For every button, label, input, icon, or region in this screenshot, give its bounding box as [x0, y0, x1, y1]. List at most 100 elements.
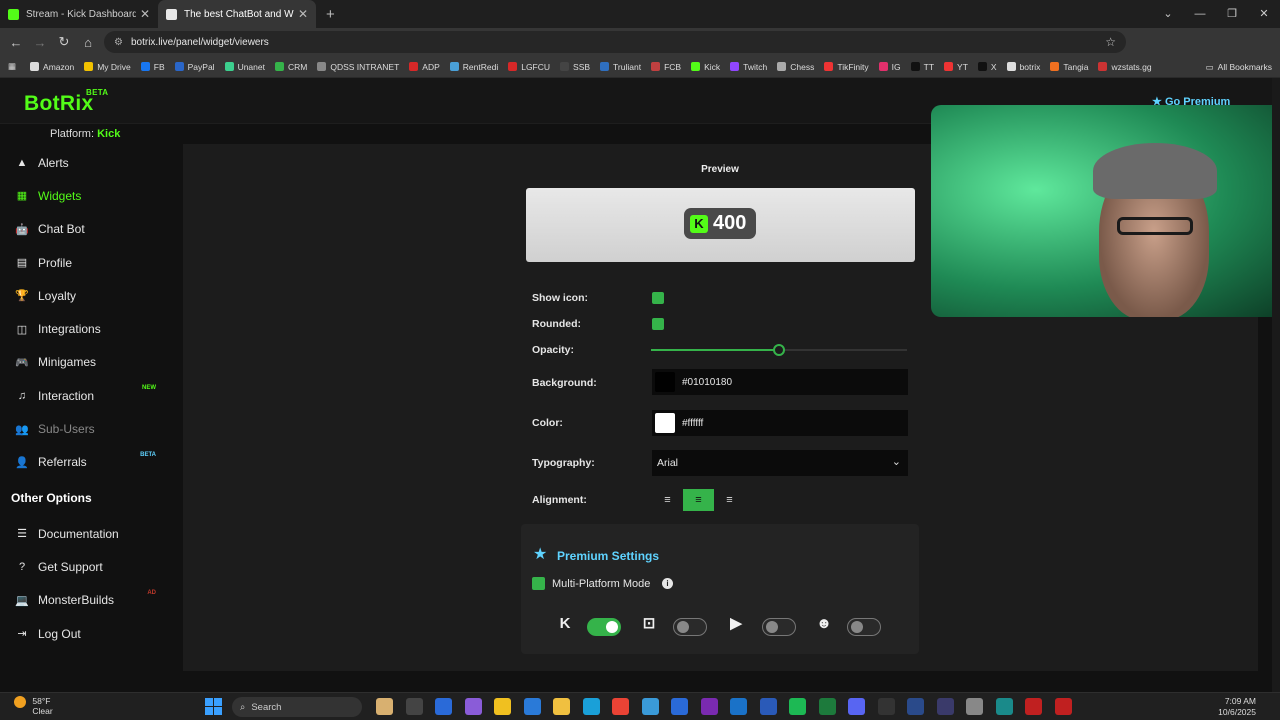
text-color-swatch[interactable] [655, 413, 675, 433]
kick-toggle[interactable] [587, 618, 621, 636]
bookmark-item[interactable]: ADP [409, 62, 440, 72]
info-icon[interactable]: i [662, 578, 673, 589]
taskbar-app-icon[interactable] [523, 698, 541, 715]
taskbar-app-icon[interactable] [818, 698, 836, 715]
taskbar-app-icon[interactable] [789, 698, 806, 715]
url-bar[interactable]: ⚙ botrix.live/panel/widget/viewers ☆ [104, 31, 1126, 53]
page-scrollbar[interactable] [1272, 78, 1280, 692]
bookmark-item[interactable]: RentRedi [449, 62, 498, 72]
trovo-toggle[interactable] [847, 618, 881, 636]
taskbar-app-icon[interactable] [435, 698, 452, 715]
sidebar-item-loyalty[interactable]: 🏆 Loyalty [0, 279, 166, 312]
sidebar-item-chat-bot[interactable]: 🤖 Chat Bot [0, 213, 166, 246]
taskbar-app-icon[interactable] [1054, 698, 1072, 715]
sidebar-item-get-support[interactable]: ? Get Support [0, 550, 166, 583]
taskbar-app-icon[interactable] [966, 698, 983, 715]
apps-icon[interactable]: ▦ [8, 61, 16, 72]
sidebar-item-log-out[interactable]: ⇥ Log Out [0, 617, 166, 650]
tab-botrix[interactable]: The best ChatBot and Widgets ✕ [158, 0, 316, 28]
taskbar-app-icon[interactable] [376, 698, 393, 715]
sidebar-item-interaction[interactable]: ♫ Interaction NEW [0, 379, 166, 412]
bookmark-item[interactable]: TikFinity [824, 62, 869, 72]
multi-platform-checkbox[interactable] [532, 577, 545, 590]
opacity-slider[interactable] [651, 344, 907, 356]
tab-kick-dashboard[interactable]: Stream - Kick Dashboard ✕ [0, 0, 158, 28]
bookmark-item[interactable]: LGFCU [508, 62, 550, 72]
taskbar-app-icon[interactable] [907, 698, 924, 715]
tab-search-icon[interactable]: ⌄ [1152, 0, 1184, 28]
bookmark-item[interactable]: Kick [691, 62, 720, 72]
weather-widget[interactable]: 58°F Clear [14, 696, 53, 716]
align-right-button[interactable]: ≡ [714, 489, 745, 511]
taskbar-app-icon[interactable] [877, 698, 895, 715]
back-icon[interactable]: ← [4, 35, 28, 50]
taskbar-app-icon[interactable] [1025, 698, 1042, 715]
align-center-button[interactable]: ≡ [683, 489, 714, 511]
taskbar-app-icon[interactable] [494, 698, 511, 715]
bookmark-item[interactable]: YT [944, 62, 968, 72]
taskbar-app-icon[interactable] [612, 698, 629, 715]
taskbar-app-icon[interactable] [641, 698, 659, 715]
bookmark-item[interactable]: My Drive [84, 62, 131, 72]
taskbar-app-icon[interactable] [405, 698, 423, 715]
sidebar-item-profile[interactable]: ▤ Profile [0, 246, 166, 279]
close-window-icon[interactable]: ✕ [1248, 0, 1280, 28]
bookmark-item[interactable]: Twitch [730, 62, 767, 72]
logo[interactable]: BotRix BETA [24, 88, 108, 116]
bookmark-item[interactable]: Tangia [1050, 62, 1088, 72]
background-swatch[interactable] [655, 372, 675, 392]
taskbar-app-icon[interactable] [995, 698, 1013, 715]
bookmark-item[interactable]: botrix [1006, 62, 1040, 72]
system-clock[interactable]: 7:09 AM 10/6/2025 [1218, 696, 1256, 718]
taskbar-app-icon[interactable] [848, 698, 865, 715]
opacity-slider-thumb[interactable] [773, 344, 785, 356]
text-color-input[interactable]: #ffffff [652, 410, 908, 436]
minimize-icon[interactable]: — [1184, 0, 1216, 28]
align-left-button[interactable]: ≡ [652, 489, 683, 511]
close-tab-icon[interactable]: ✕ [298, 7, 308, 21]
sidebar-item-integrations[interactable]: ◫ Integrations [0, 312, 166, 345]
sidebar-item-documentation[interactable]: ☰ Documentation [0, 517, 166, 550]
site-info-icon[interactable]: ⚙ [114, 37, 123, 48]
taskbar-app-icon[interactable] [671, 698, 688, 715]
rounded-checkbox[interactable] [652, 318, 664, 330]
start-button[interactable] [205, 698, 222, 715]
sidebar-item-sub-users[interactable]: 👥 Sub-Users [0, 412, 166, 445]
bookmark-star-icon[interactable]: ☆ [1105, 35, 1116, 49]
taskbar-app-icon[interactable] [464, 698, 482, 715]
taskbar-search[interactable]: ⌕ Search [232, 697, 362, 717]
close-tab-icon[interactable]: ✕ [140, 7, 150, 21]
bookmark-item[interactable]: Truliant [600, 62, 641, 72]
bookmark-item[interactable]: TT [910, 62, 934, 72]
taskbar-app-icon[interactable] [730, 698, 747, 715]
taskbar-app-icon[interactable] [582, 698, 600, 715]
youtube-toggle[interactable] [762, 618, 796, 636]
bookmark-item[interactable]: SSB [560, 62, 590, 72]
sidebar-item-monsterbuilds[interactable]: 💻 MonsterBuilds AD [0, 584, 166, 617]
twitch-toggle[interactable] [673, 618, 707, 636]
bookmark-item[interactable]: wzstats.gg [1098, 62, 1152, 72]
bookmark-item[interactable]: Unanet [224, 62, 265, 72]
bookmark-item[interactable]: FCB [651, 62, 681, 72]
bookmark-item[interactable]: PayPal [174, 62, 215, 72]
taskbar-app-icon[interactable] [936, 698, 954, 715]
new-tab-button[interactable]: + [326, 6, 335, 23]
bookmark-item[interactable]: QDSS INTRANET [317, 62, 399, 72]
typography-select[interactable]: Arial ⌄ [652, 450, 908, 476]
sidebar-item-alerts[interactable]: ▲ Alerts [0, 146, 166, 179]
taskbar-app-icon[interactable] [759, 698, 777, 715]
all-bookmarks[interactable]: ▭ All Bookmarks [1206, 56, 1272, 78]
home-icon[interactable]: ⌂ [76, 35, 100, 50]
sidebar-item-referrals[interactable]: 👤 Referrals BETA [0, 446, 166, 479]
maximize-icon[interactable]: ❐ [1216, 0, 1248, 28]
bookmark-item[interactable]: Amazon [30, 62, 74, 72]
background-color-input[interactable]: #01010180 [652, 369, 908, 395]
sidebar-item-widgets[interactable]: ▦ Widgets [0, 179, 166, 212]
bookmark-item[interactable]: FB [140, 62, 165, 72]
show-icon-checkbox[interactable] [652, 292, 664, 304]
taskbar-app-icon[interactable] [553, 698, 570, 715]
bookmark-item[interactable]: X [977, 62, 997, 72]
forward-icon[interactable]: → [28, 35, 52, 50]
sidebar-item-minigames[interactable]: 🎮 Minigames [0, 346, 166, 379]
bookmark-item[interactable]: Chess [777, 62, 814, 72]
